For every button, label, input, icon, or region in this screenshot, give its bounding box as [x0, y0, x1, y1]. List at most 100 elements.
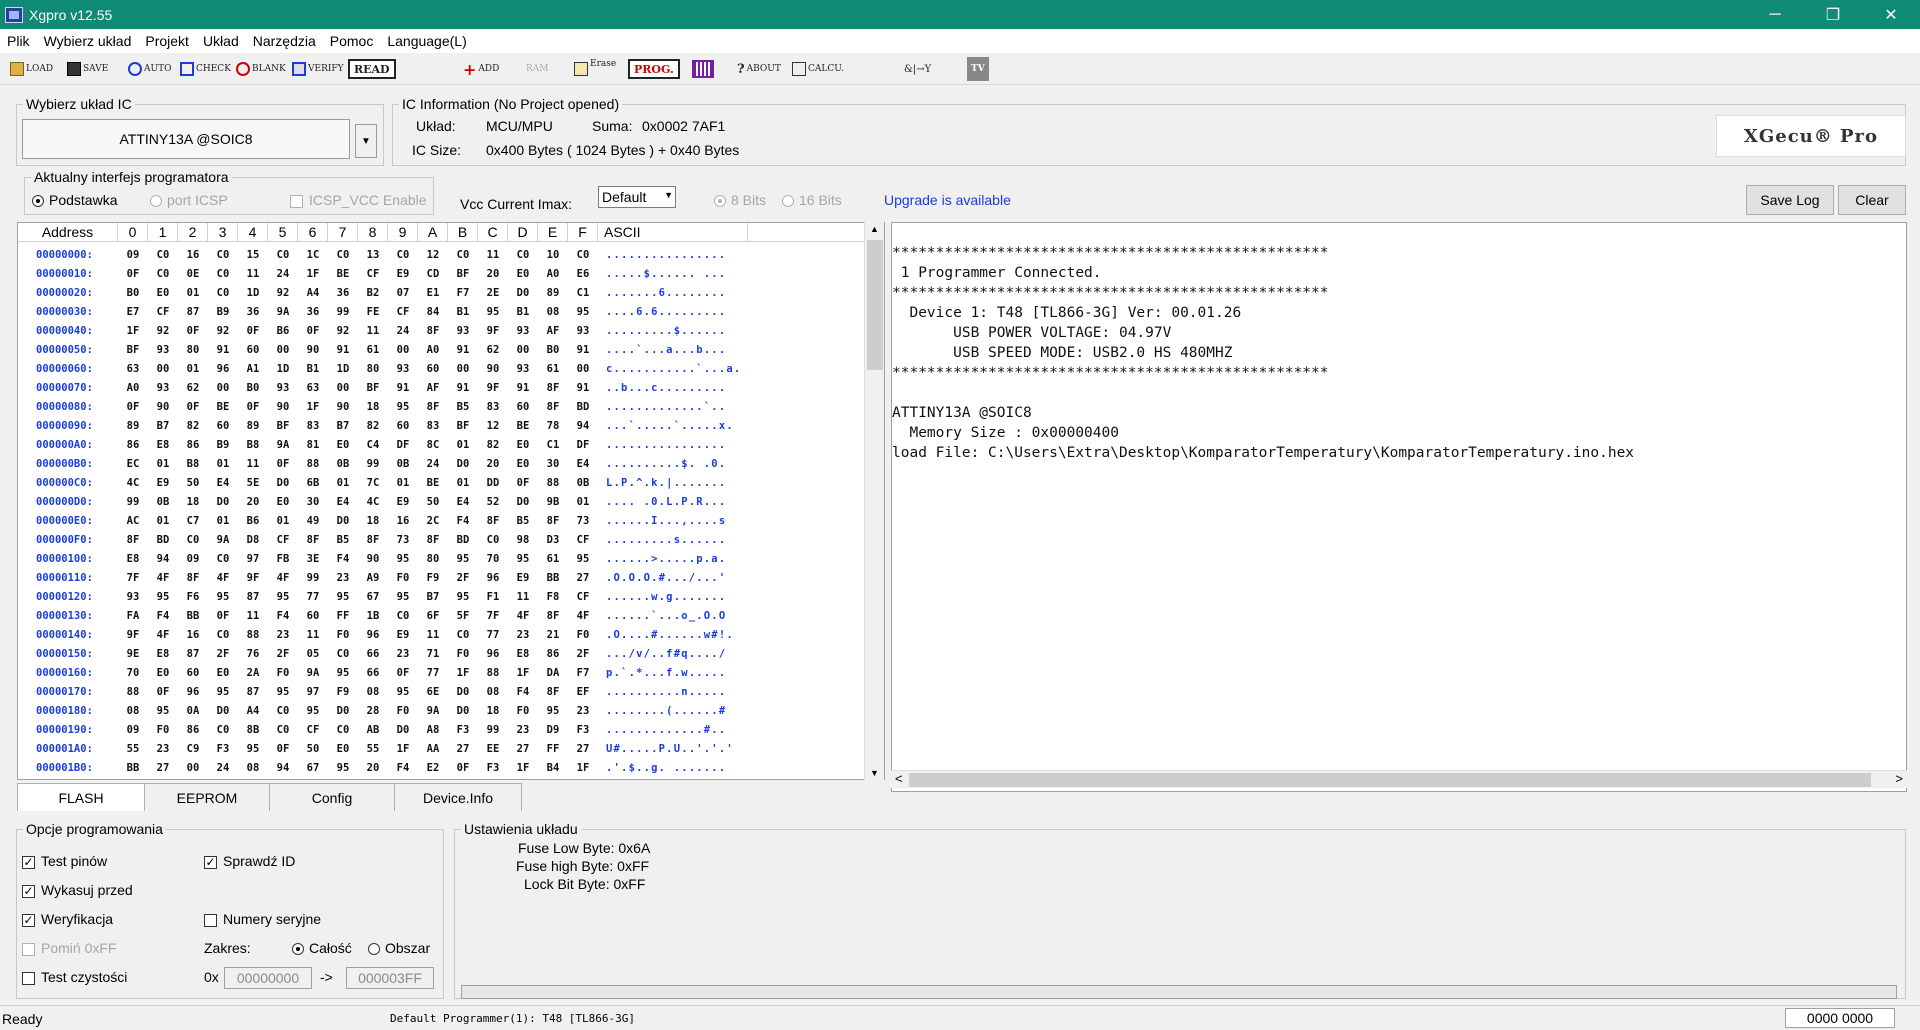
scroll-down-icon[interactable]: ▼	[870, 768, 879, 778]
hex-byte[interactable]: 12	[418, 249, 448, 261]
hex-byte[interactable]: D0	[448, 705, 478, 717]
hex-byte[interactable]: 01	[208, 515, 238, 527]
hex-byte[interactable]: B1	[298, 363, 328, 375]
hex-byte[interactable]: 27	[568, 743, 598, 755]
hex-byte[interactable]: 2A	[238, 667, 268, 679]
hex-byte[interactable]: F4	[328, 553, 358, 565]
hex-byte[interactable]: A1	[238, 363, 268, 375]
table-row[interactable]: 00000010: 0F C0 0E C0 11 24 1F BE CF E9 CD BF 20 E0 A0 E…	[18, 264, 868, 283]
tab-eeprom[interactable]: EEPROM	[144, 783, 270, 811]
hex-byte[interactable]: E8	[508, 648, 538, 660]
hex-byte[interactable]: 0A	[178, 705, 208, 717]
scroll-up-icon[interactable]: ▲	[870, 224, 879, 234]
hex-byte[interactable]: 00	[388, 344, 418, 356]
erase-button[interactable]: Erase	[574, 57, 616, 81]
hex-byte[interactable]: 21	[538, 629, 568, 641]
hex-byte[interactable]: 82	[178, 420, 208, 432]
hex-byte[interactable]: F0	[568, 629, 598, 641]
hex-byte[interactable]: 09	[118, 249, 148, 261]
hex-byte[interactable]: C0	[388, 610, 418, 622]
hex-byte[interactable]: CF	[358, 268, 388, 280]
hex-byte[interactable]: 1F	[388, 743, 418, 755]
hex-byte[interactable]: 2F	[208, 648, 238, 660]
table-row[interactable]: 00000000: 09 C0 16 C0 15 C0 1C C0 13 C0 12 C0 11 C0 10 C…	[18, 245, 868, 264]
hex-byte[interactable]: D0	[328, 515, 358, 527]
load-button[interactable]: LOAD	[10, 57, 53, 81]
hex-byte[interactable]: 88	[118, 686, 148, 698]
hex-byte[interactable]: 1F	[298, 401, 328, 413]
hex-byte[interactable]: 20	[358, 762, 388, 774]
hex-byte[interactable]: 96	[358, 629, 388, 641]
hex-byte[interactable]: AC	[118, 515, 148, 527]
hex-byte[interactable]: CF	[388, 306, 418, 318]
hex-byte[interactable]: D0	[268, 477, 298, 489]
hex-byte[interactable]: D0	[508, 287, 538, 299]
hex-byte[interactable]: B2	[358, 287, 388, 299]
hex-byte[interactable]: F3	[448, 724, 478, 736]
table-row[interactable]: 00000190: 09 F0 86 C0 8B C0 CF C0 AB D0 A8 F3 99 23 D9 F…	[18, 720, 868, 739]
hex-byte[interactable]: 0F	[208, 610, 238, 622]
hex-byte[interactable]: 97	[298, 686, 328, 698]
hex-byte[interactable]: D3	[538, 534, 568, 546]
hex-byte[interactable]: 4F	[148, 629, 178, 641]
ram-button[interactable]: RAM	[526, 57, 549, 81]
hex-byte[interactable]: 95	[208, 686, 238, 698]
hex-byte[interactable]: B6	[268, 325, 298, 337]
hex-byte[interactable]: 9A	[418, 705, 448, 717]
hex-byte[interactable]: 93	[388, 363, 418, 375]
hex-byte[interactable]: C1	[568, 287, 598, 299]
hex-byte[interactable]: 4F	[208, 572, 238, 584]
hex-byte[interactable]: 8F	[298, 534, 328, 546]
hex-byte[interactable]: 93	[568, 325, 598, 337]
hex-byte[interactable]: E9	[508, 572, 538, 584]
hex-byte[interactable]: 80	[358, 363, 388, 375]
hex-byte[interactable]: E0	[508, 439, 538, 451]
hex-byte[interactable]: 28	[358, 705, 388, 717]
hex-byte[interactable]: 2F	[268, 648, 298, 660]
minimize-button[interactable]: ─	[1746, 0, 1804, 29]
hex-byte[interactable]: E0	[268, 496, 298, 508]
hex-byte[interactable]: 95	[568, 306, 598, 318]
hex-byte[interactable]: BB	[118, 762, 148, 774]
test-czystosci-checkbox[interactable]: Test czystości	[22, 969, 127, 985]
hex-byte[interactable]: 80	[178, 344, 208, 356]
hex-byte[interactable]: D0	[508, 496, 538, 508]
hex-byte[interactable]: 27	[148, 762, 178, 774]
hex-byte[interactable]: B8	[238, 439, 268, 451]
hex-byte[interactable]: 0F	[268, 743, 298, 755]
hex-byte[interactable]: E8	[118, 553, 148, 565]
hex-byte[interactable]: 55	[358, 743, 388, 755]
hex-byte[interactable]: 1B	[358, 610, 388, 622]
hex-byte[interactable]: 86	[538, 648, 568, 660]
hex-byte[interactable]: 00	[508, 344, 538, 356]
hex-byte[interactable]: 15	[238, 249, 268, 261]
hex-byte[interactable]: 91	[568, 382, 598, 394]
hex-byte[interactable]: 93	[508, 325, 538, 337]
hex-byte[interactable]: 6F	[418, 610, 448, 622]
hex-byte[interactable]: 95	[448, 553, 478, 565]
hex-byte[interactable]: 0F	[118, 401, 148, 413]
hex-byte[interactable]: 95	[478, 306, 508, 318]
hex-byte[interactable]: 60	[238, 344, 268, 356]
hex-byte[interactable]: 95	[268, 686, 298, 698]
hex-byte[interactable]: 87	[178, 648, 208, 660]
hex-byte[interactable]: 27	[508, 743, 538, 755]
hex-byte[interactable]: F6	[178, 591, 208, 603]
hex-byte[interactable]: 8C	[418, 439, 448, 451]
hex-byte[interactable]: 99	[478, 724, 508, 736]
hex-byte[interactable]: 60	[298, 610, 328, 622]
obszar-radio[interactable]: Obszar	[368, 940, 430, 956]
menu-wybierz-uklad[interactable]: Wybierz układ	[37, 33, 139, 49]
hex-byte[interactable]: C0	[178, 534, 208, 546]
chip-name-field[interactable]: ATTINY13A @SOIC8	[22, 119, 350, 159]
hex-byte[interactable]: F4	[148, 610, 178, 622]
hex-byte[interactable]: 1F	[118, 325, 148, 337]
hex-byte[interactable]: 0B	[328, 458, 358, 470]
table-row[interactable]: 000001A0: 55 23 C9 F3 95 0F 50 E0 55 1F AA 27 EE 27 FF 2…	[18, 739, 868, 758]
hex-byte[interactable]: BF	[448, 420, 478, 432]
hex-byte[interactable]: 95	[238, 743, 268, 755]
hex-byte[interactable]: 77	[298, 591, 328, 603]
hex-byte[interactable]: B7	[148, 420, 178, 432]
hex-byte[interactable]: D9	[538, 724, 568, 736]
hex-byte[interactable]: E0	[508, 268, 538, 280]
